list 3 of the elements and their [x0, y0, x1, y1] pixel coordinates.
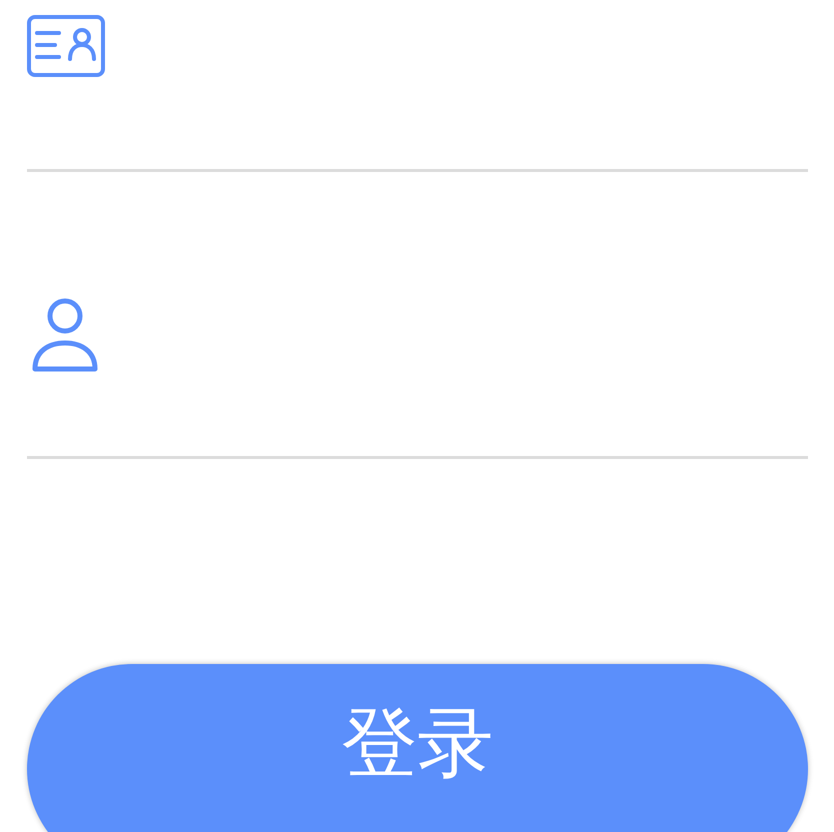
id-card-icon	[27, 15, 105, 77]
user-icon	[31, 297, 99, 373]
login-button[interactable]: 登录	[27, 664, 808, 832]
